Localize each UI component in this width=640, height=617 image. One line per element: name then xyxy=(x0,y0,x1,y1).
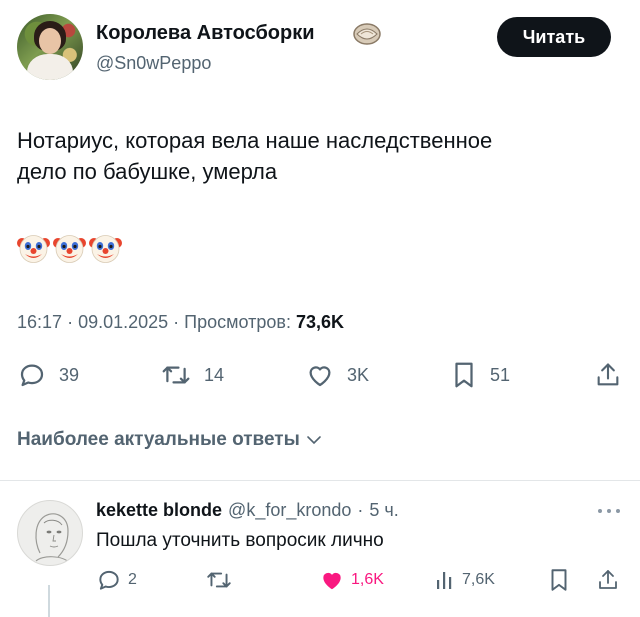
like-count: 3K xyxy=(347,364,370,385)
reply-author-name[interactable]: kekette blonde xyxy=(96,500,222,521)
views-chart-icon xyxy=(437,572,452,589)
reply-bookmark-button[interactable] xyxy=(547,567,571,593)
retweet-icon xyxy=(207,572,231,588)
views-count: 73,6K xyxy=(295,312,345,332)
views-label: Просмотров: xyxy=(184,312,291,332)
tweet-text-line: дело по бабушке, умерла xyxy=(17,159,278,184)
reply-reply-button[interactable]: 2 xyxy=(96,567,137,593)
reply-text: Пошла уточнить вопросик лично xyxy=(96,530,384,551)
share-button[interactable] xyxy=(594,360,622,390)
author-handle[interactable]: @Sn0wPeppo xyxy=(96,53,211,74)
heart-icon xyxy=(309,366,331,387)
chevron-down-icon xyxy=(307,436,321,445)
bookmark-button[interactable]: 51 xyxy=(450,360,510,390)
clown-face-icon xyxy=(89,235,122,263)
share-icon xyxy=(597,363,619,386)
sketch-portrait-image xyxy=(35,513,71,564)
reply-author-avatar[interactable] xyxy=(17,500,83,566)
clown-face-icon xyxy=(53,235,86,263)
follow-button[interactable]: Читать xyxy=(497,17,611,57)
bookmark-count: 51 xyxy=(490,364,511,385)
tweet-date[interactable]: 09.01.2025 xyxy=(78,312,168,332)
heart-filled-icon xyxy=(323,572,341,590)
divider xyxy=(0,480,640,481)
tweet-action-bar: 39 14 3K 51 xyxy=(0,360,640,390)
separator-dot: · xyxy=(357,500,364,520)
reply-views-count: 7,6K xyxy=(462,571,495,588)
reply-like-button[interactable]: 1,6K xyxy=(319,567,384,593)
tweet-time[interactable]: 16:17 xyxy=(17,312,62,332)
replies-sort-label: Наиболее актуальные ответы xyxy=(17,429,300,450)
retweet-button[interactable]: 14 xyxy=(160,360,224,390)
bookmark-icon xyxy=(551,569,567,591)
author-avatar[interactable] xyxy=(17,14,83,80)
retweet-count: 14 xyxy=(204,364,225,385)
bookmark-icon xyxy=(455,362,473,388)
author-display-name[interactable]: Королева Автосборки xyxy=(96,22,315,45)
tweet-text: Нотариус, которая вела наше наследственн… xyxy=(17,125,617,187)
like-button[interactable]: 3K xyxy=(305,360,369,390)
reply-icon xyxy=(20,364,44,387)
reply-like-count: 1,6K xyxy=(351,571,384,588)
retweet-icon xyxy=(162,366,190,384)
reply-retweet-button[interactable] xyxy=(205,567,233,593)
replies-sort-dropdown[interactable]: Наиболее актуальные ответы xyxy=(17,429,322,451)
clown-face-icon xyxy=(17,235,50,263)
tweet-text-line: Нотариус, которая вела наше наследственн… xyxy=(17,128,493,153)
reply-header: kekette blonde @k_for_krondo · 5 ч. xyxy=(96,500,399,521)
shell-emoji-icon xyxy=(353,23,381,45)
reply-views-button[interactable]: 7,6K xyxy=(434,567,495,593)
reply-share-button[interactable] xyxy=(596,567,620,593)
reply-reply-count: 2 xyxy=(128,571,137,588)
reply-action-bar: 2 1,6K 7,6K xyxy=(0,567,640,593)
tweet-meta: 16:17 · 09.01.2025 · Просмотров: 73,6K xyxy=(17,312,344,333)
reply-author-handle[interactable]: @k_for_krondo xyxy=(228,500,351,521)
separator-dot: · xyxy=(173,312,185,332)
more-options-icon[interactable] xyxy=(596,506,622,516)
share-icon xyxy=(599,570,617,589)
reply-button[interactable]: 39 xyxy=(17,360,79,390)
reply-icon xyxy=(99,570,119,590)
emoji-row xyxy=(17,232,122,265)
reply-count: 39 xyxy=(59,364,80,385)
reply-time[interactable]: 5 ч. xyxy=(369,500,398,521)
separator-dot: · xyxy=(67,312,79,332)
